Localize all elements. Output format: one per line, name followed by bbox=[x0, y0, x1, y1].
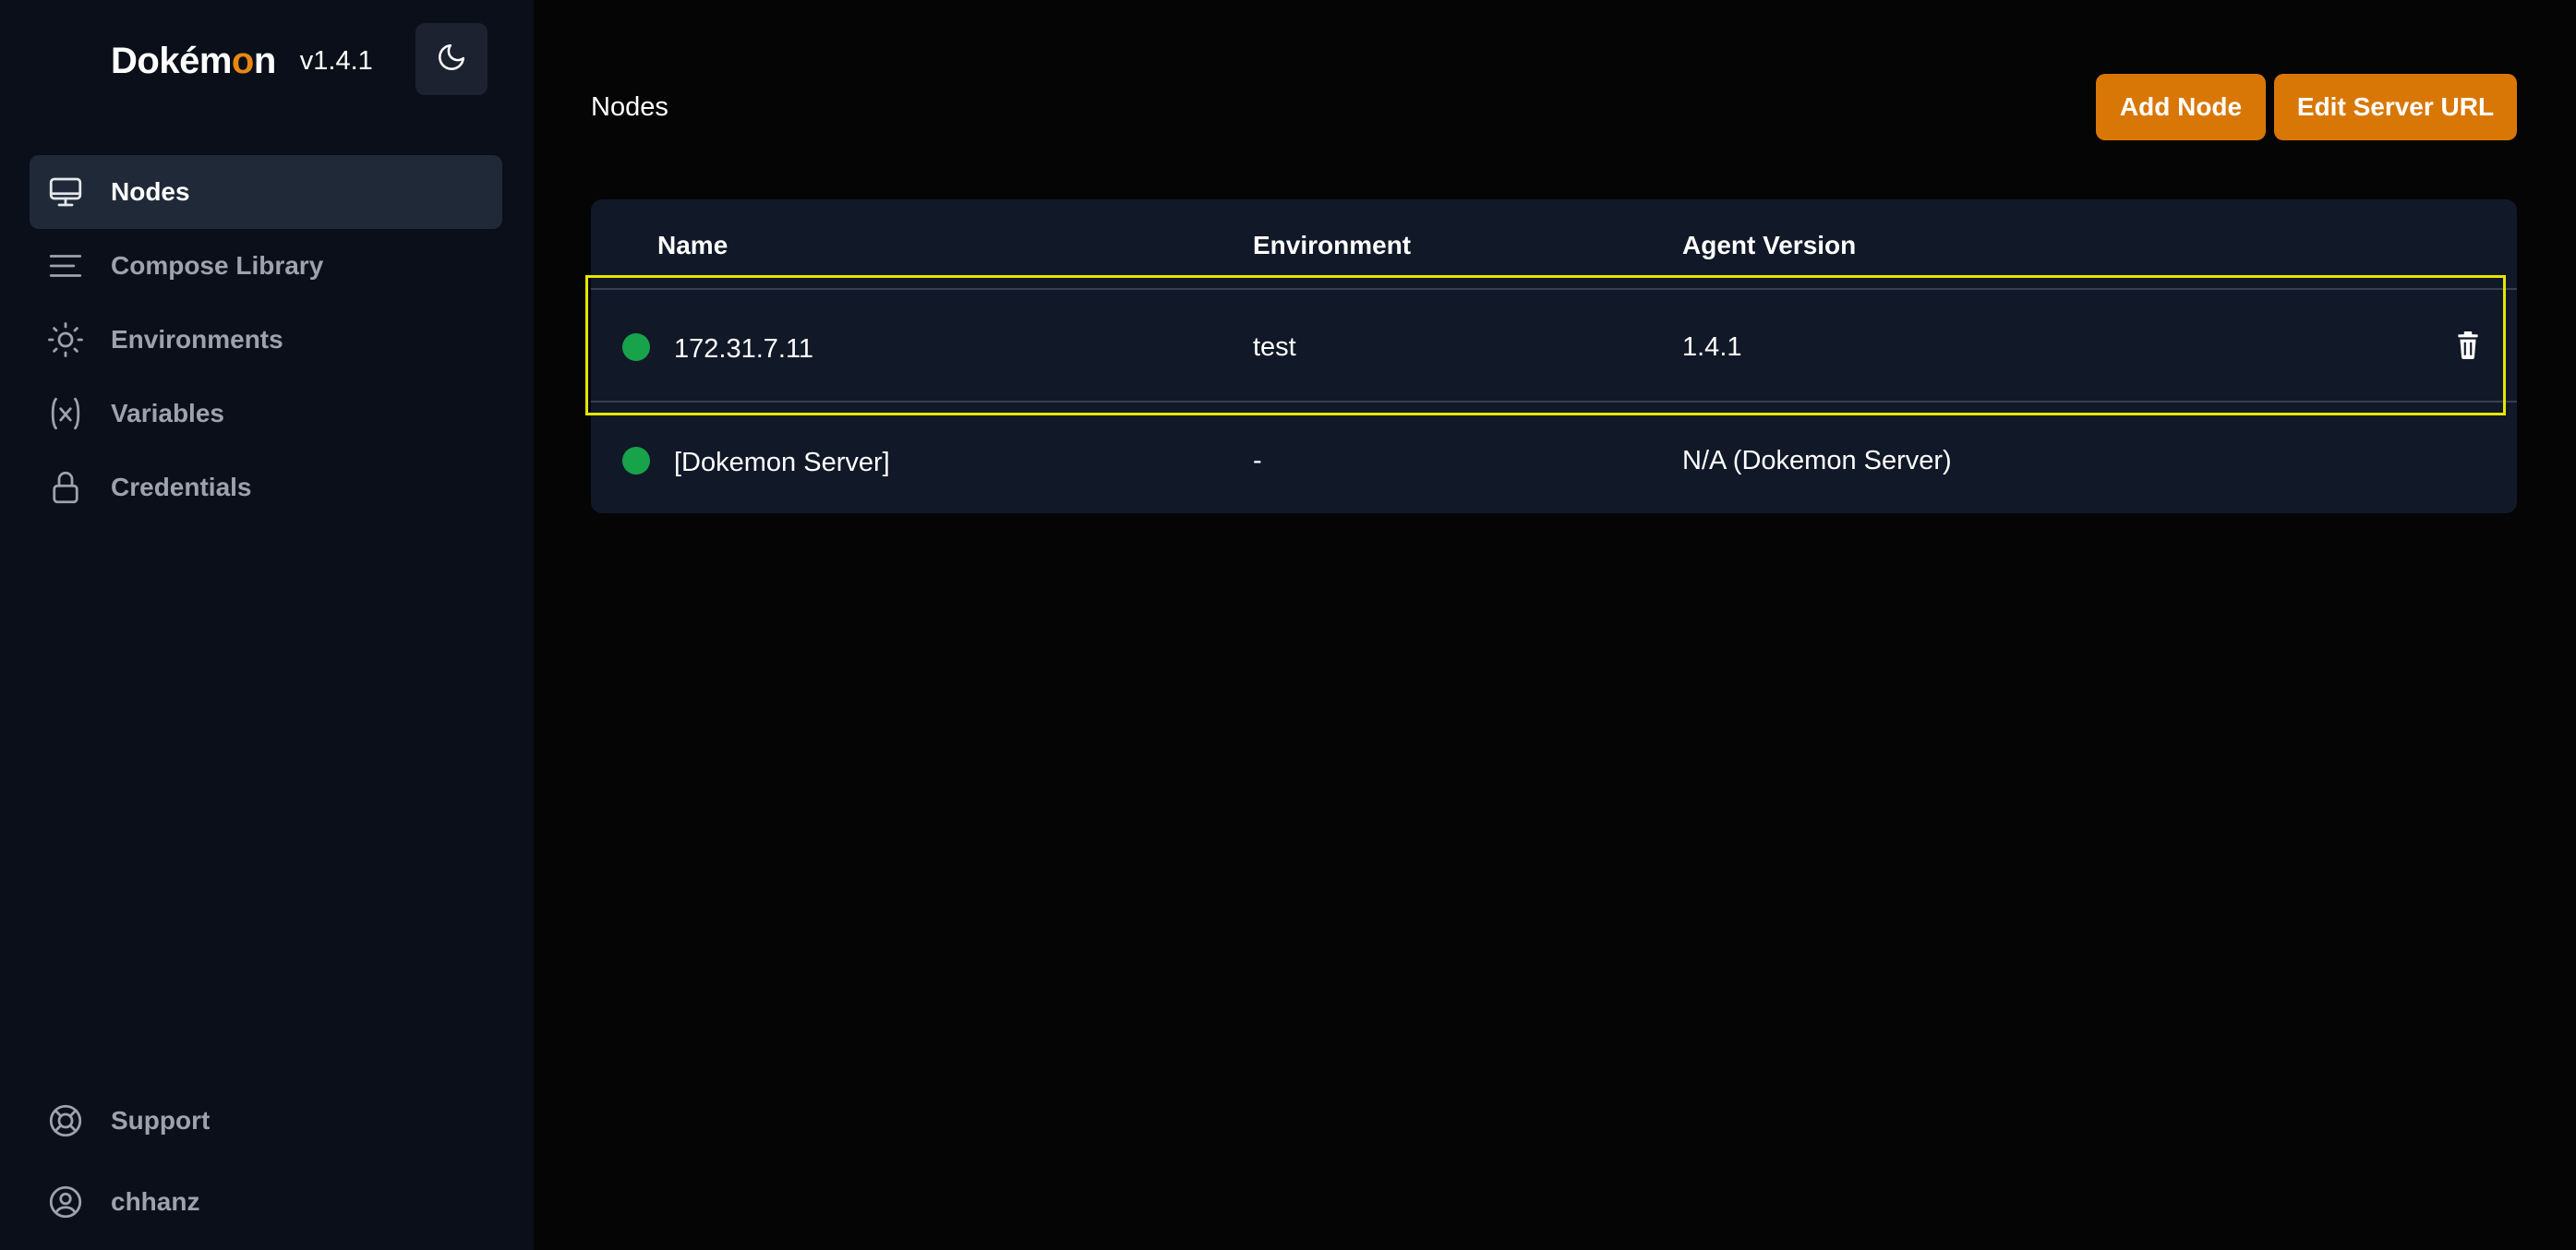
column-header-name[interactable]: Name bbox=[657, 231, 728, 260]
status-online-icon bbox=[622, 333, 650, 361]
monitor-icon bbox=[46, 173, 85, 211]
sidebar-item-label: Credentials bbox=[111, 473, 252, 501]
sidebar-item-label: Compose Library bbox=[111, 251, 324, 280]
edit-server-url-button[interactable]: Edit Server URL bbox=[2274, 74, 2517, 140]
table-header: Name Environment Agent Version bbox=[591, 199, 2517, 290]
moon-icon bbox=[436, 42, 467, 78]
lifebuoy-icon bbox=[46, 1101, 85, 1140]
app-version: v1.4.1 bbox=[299, 45, 373, 76]
delete-node-button[interactable] bbox=[2454, 331, 2482, 364]
app-root: Dokémon v1.4.1 Nodes Compose Library Env… bbox=[0, 0, 2576, 1250]
sidebar-item-label: Environments bbox=[111, 325, 283, 354]
table-row[interactable]: 172.31.7.11 test 1.4.1 bbox=[591, 292, 2517, 403]
sidebar-item-nodes[interactable]: Nodes bbox=[30, 155, 502, 229]
sidebar-item-support[interactable]: Support bbox=[30, 1080, 502, 1161]
node-environment: - bbox=[1253, 446, 1262, 475]
theme-toggle-button[interactable] bbox=[415, 23, 488, 95]
node-agent-version: 1.4.1 bbox=[1682, 332, 1742, 362]
node-name: [Dokemon Server] bbox=[674, 448, 890, 477]
lock-icon bbox=[46, 468, 85, 507]
brand: Dokémon v1.4.1 bbox=[111, 39, 373, 83]
lines-icon bbox=[46, 246, 85, 285]
sidebar-item-credentials[interactable]: Credentials bbox=[30, 451, 502, 524]
sidebar-item-label: Support bbox=[111, 1106, 211, 1135]
sidebar-item-user[interactable]: chhanz bbox=[30, 1161, 502, 1243]
sidebar-item-label: Variables bbox=[111, 399, 224, 427]
page-title: Nodes bbox=[591, 92, 668, 122]
sidebar-item-label: Nodes bbox=[111, 177, 190, 206]
add-node-button[interactable]: Add Node bbox=[2096, 74, 2266, 140]
column-header-agent-version[interactable]: Agent Version bbox=[1682, 231, 1856, 260]
app-logo: Dokémon bbox=[111, 40, 276, 81]
column-header-environment[interactable]: Environment bbox=[1253, 231, 1411, 260]
trash-icon bbox=[2456, 331, 2480, 364]
sidebar: Dokémon v1.4.1 Nodes Compose Library Env… bbox=[0, 0, 534, 1250]
status-online-icon bbox=[622, 447, 650, 475]
nodes-table: Name Environment Agent Version 172.31.7.… bbox=[591, 199, 2517, 513]
sidebar-item-compose-library[interactable]: Compose Library bbox=[30, 229, 502, 303]
node-agent-version: N/A (Dokemon Server) bbox=[1682, 446, 1952, 475]
sidebar-nav: Nodes Compose Library Environments Varia… bbox=[30, 155, 502, 524]
user-circle-icon bbox=[46, 1183, 85, 1221]
sidebar-item-variables[interactable]: Variables bbox=[30, 377, 502, 451]
main-content: Nodes Add Node Edit Server URL Name Envi… bbox=[534, 0, 2576, 1250]
node-name: 172.31.7.11 bbox=[674, 334, 814, 364]
sidebar-item-label: chhanz bbox=[111, 1187, 200, 1216]
table-row[interactable]: [Dokemon Server] - N/A (Dokemon Server) bbox=[591, 404, 2517, 515]
sun-icon bbox=[46, 320, 85, 359]
node-environment: test bbox=[1253, 332, 1296, 362]
function-x-icon bbox=[46, 394, 85, 433]
sidebar-bottom-nav: Support chhanz bbox=[30, 1080, 502, 1243]
sidebar-item-environments[interactable]: Environments bbox=[30, 303, 502, 377]
